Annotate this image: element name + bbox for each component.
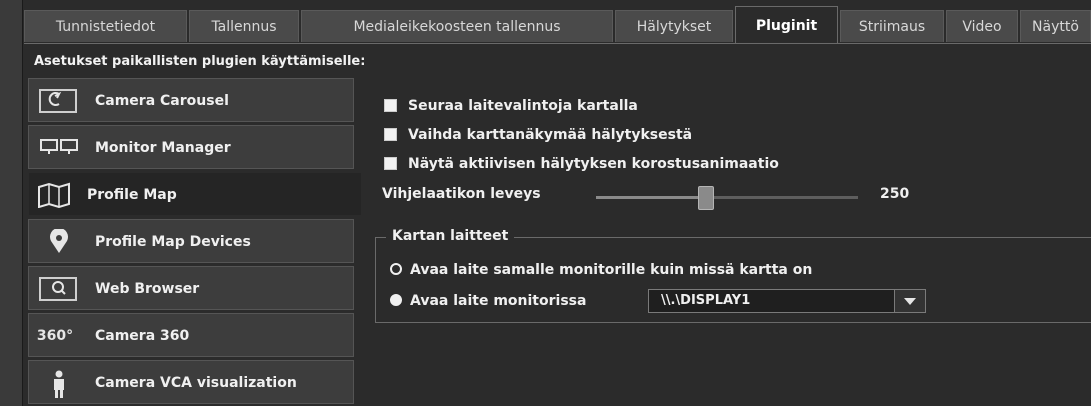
monitor-select-value: \\.\DISPLAY1 (661, 293, 751, 308)
window-left-edge (0, 0, 23, 406)
chevron-down-icon (904, 298, 916, 305)
map-icon (35, 182, 75, 209)
plugin-label: Camera VCA visualization (95, 375, 297, 391)
tab-tallennus[interactable]: Tallennus (189, 10, 299, 42)
radio-button[interactable] (390, 294, 402, 306)
person-icon (39, 370, 79, 398)
radio-label: Avaa laite monitorissa (410, 293, 587, 309)
map-pin-icon (39, 227, 79, 255)
tab-bar: Tunnistetiedot Tallennus Medialeikekoost… (24, 4, 1091, 44)
carousel-icon (39, 89, 77, 113)
checkbox-box[interactable] (384, 99, 397, 112)
checkbox-label: Seuraa laitevalintoja kartalla (408, 98, 638, 114)
tooltip-width-label: Vihjelaatikon leveys (382, 186, 541, 202)
plugin-label: Camera Carousel (95, 93, 229, 109)
plugin-item-profile-map[interactable]: Profile Map (28, 172, 362, 216)
plugin-list: Camera Carousel Monitor Manager Profile … (28, 78, 362, 406)
checkbox-box[interactable] (384, 157, 397, 170)
monitor-select[interactable]: \\.\DISPLAY1 (648, 289, 926, 313)
tab-halytykset[interactable]: Hälytykset (615, 10, 733, 42)
settings-window: Tunnistetiedot Tallennus Medialeikekoost… (0, 0, 1091, 406)
checkbox-label: Vaihda karttanäkymää hälytyksestä (408, 127, 693, 143)
checkbox-label: Näytä aktiivisen hälytyksen korostusanim… (408, 156, 779, 172)
dropdown-button[interactable] (894, 290, 925, 312)
tab-striimaus[interactable]: Striimaus (840, 10, 944, 42)
tooltip-width-slider-fill (596, 196, 707, 199)
tooltip-width-value: 250 (880, 186, 910, 202)
tab-pluginit[interactable]: Pluginit (735, 6, 838, 44)
plugin-label: Profile Map Devices (95, 234, 251, 250)
plugin-item-camera-carousel[interactable]: Camera Carousel (28, 78, 354, 122)
plugin-label: Profile Map (87, 187, 177, 203)
section-title: Asetukset paikallisten plugien käyttämis… (34, 54, 366, 69)
plugin-label: Web Browser (95, 281, 200, 297)
plugin-label: Camera 360 (95, 328, 190, 344)
monitor-icon (39, 135, 79, 161)
plugin-item-profile-map-devices[interactable]: Profile Map Devices (28, 219, 354, 263)
plugin-item-web-browser[interactable]: Web Browser (28, 266, 354, 310)
checkbox-box[interactable] (384, 128, 397, 141)
camera-360-icon: 360° (36, 328, 74, 344)
map-devices-group-title: Kartan laitteet (386, 228, 515, 244)
plugin-item-camera-360[interactable]: 360° Camera 360 (28, 313, 354, 357)
tab-tunnistetiedot[interactable]: Tunnistetiedot (24, 10, 187, 42)
tooltip-width-slider-handle[interactable] (698, 186, 715, 210)
tab-naytto[interactable]: Näyttö (1020, 10, 1091, 42)
radio-label: Avaa laite samalle monitorille kuin miss… (410, 262, 813, 278)
browser-icon (39, 277, 77, 301)
plugin-item-monitor-manager[interactable]: Monitor Manager (28, 125, 354, 169)
radio-button[interactable] (390, 263, 402, 275)
tab-divider (24, 43, 1091, 44)
tab-video[interactable]: Video (946, 10, 1018, 42)
tab-medialeikekoosteen-tallennus[interactable]: Medialeikekoosteen tallennus (301, 10, 613, 42)
plugin-item-camera-vca[interactable]: Camera VCA visualization (28, 360, 354, 404)
plugin-label: Monitor Manager (95, 140, 231, 156)
